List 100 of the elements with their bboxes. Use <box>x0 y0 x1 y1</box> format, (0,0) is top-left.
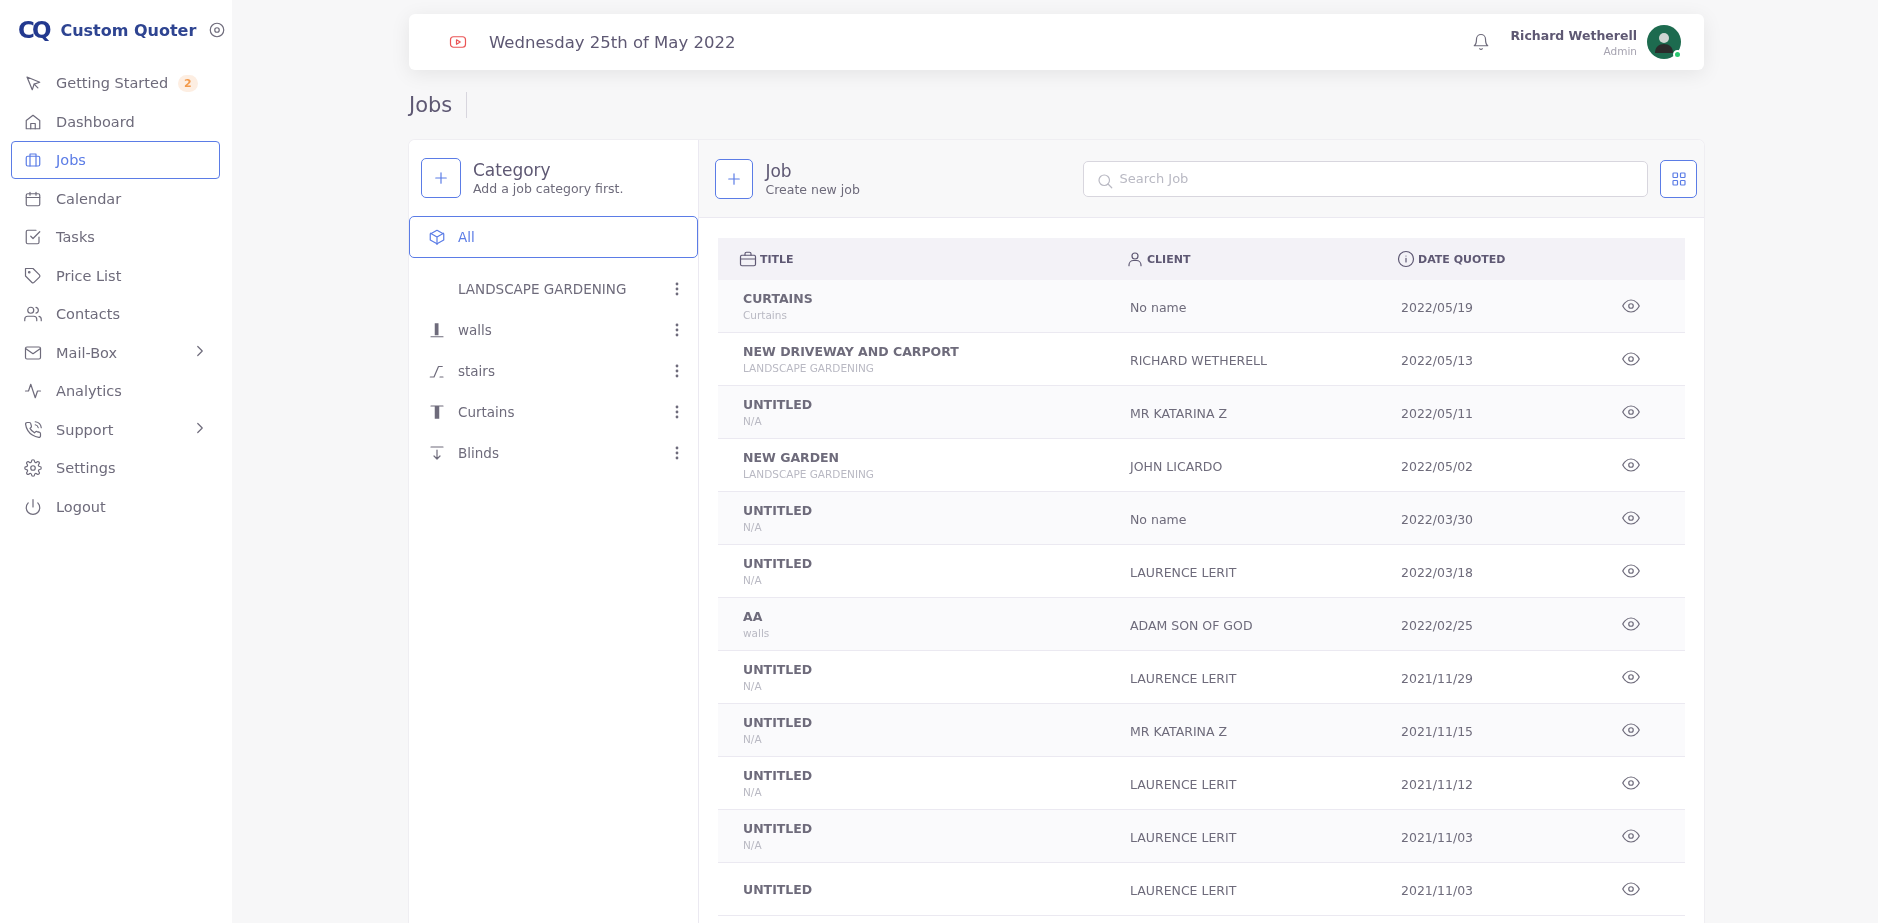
nav-item[interactable]: Calendar <box>11 179 220 218</box>
job-category-text: N/A <box>743 415 763 427</box>
job-title: Job <box>765 160 793 181</box>
briefcase-icon <box>739 250 757 268</box>
video-play-icon[interactable] <box>449 33 467 51</box>
date-cell: 2021/11/15 <box>1401 723 1474 739</box>
category-item[interactable]: stairs <box>409 350 698 391</box>
job-title-cell-text: UNTITLED <box>743 768 814 783</box>
date-cell: 2021/11/03 <box>1401 829 1474 845</box>
category-item[interactable]: Blinds <box>409 432 698 473</box>
nav-item[interactable]: Getting Started 2 <box>11 64 220 102</box>
category-title: Category <box>473 160 552 180</box>
more-options-icon[interactable] <box>675 363 679 378</box>
category-item[interactable]: LANDSCAPE GARDENING <box>409 268 698 309</box>
category-item[interactable]: Curtains <box>409 391 698 432</box>
nav-item[interactable]: Jobs <box>11 141 220 179</box>
client-cell: LAURENCE LERIT <box>1130 882 1237 898</box>
grid-icon <box>1669 169 1688 188</box>
nav-item[interactable]: Dashboard <box>11 102 220 141</box>
date-cell: 2022/05/02 <box>1401 458 1474 474</box>
search-field[interactable]: Search Job <box>1082 160 1649 197</box>
add-category-button[interactable] <box>421 158 461 198</box>
users-icon <box>24 305 42 323</box>
target-icon[interactable] <box>208 21 227 39</box>
category-hint: Add a job category first. <box>473 181 624 196</box>
view-icon[interactable] <box>1622 297 1640 315</box>
gear-icon <box>24 459 42 477</box>
tag-icon <box>24 266 42 285</box>
date-cell: 2022/05/13 <box>1401 352 1474 368</box>
date-cell: 2022/03/30 <box>1401 511 1474 527</box>
notification-bell-icon[interactable] <box>1472 33 1491 51</box>
activity-icon <box>24 382 42 400</box>
nav-item[interactable]: Mail-Box <box>11 333 220 372</box>
job-category-text: N/A <box>743 574 763 586</box>
column-header[interactable]: TITLE <box>760 252 794 266</box>
job-category-text: LANDSCAPE GARDENING <box>743 362 875 374</box>
user-role: Admin <box>1602 44 1637 57</box>
view-icon[interactable] <box>1622 456 1640 474</box>
briefcase-icon <box>24 151 42 169</box>
view-icon[interactable] <box>1622 615 1640 633</box>
job-title-cell-text: UNTITLED <box>743 821 814 836</box>
home-icon <box>24 112 42 131</box>
view-icon[interactable] <box>1622 403 1640 421</box>
avatar[interactable] <box>1647 25 1681 59</box>
nav-item[interactable]: Settings <box>11 449 220 487</box>
curtain-icon <box>428 402 446 421</box>
view-icon[interactable] <box>1622 350 1640 368</box>
nav-item[interactable]: Contacts <box>11 295 220 333</box>
nav-item[interactable]: Analytics <box>11 372 220 410</box>
view-icon[interactable] <box>1622 827 1640 845</box>
category-item[interactable]: walls <box>409 309 698 350</box>
column-header[interactable]: CLIENT <box>1147 252 1191 266</box>
job-title-cell-text: NEW GARDEN <box>743 450 841 465</box>
client-cell: No name <box>1130 299 1187 315</box>
job-category-text: N/A <box>743 733 763 745</box>
current-date: Wednesday 25th of May 2022 <box>489 32 737 52</box>
nav-item[interactable]: Logout <box>11 487 220 526</box>
info-icon <box>1397 250 1415 268</box>
job-title-cell-text: UNTITLED <box>743 556 814 571</box>
nav-item[interactable]: Support <box>11 410 220 449</box>
job-title-cell-text: NEW DRIVEWAY AND CARPORT <box>743 344 960 359</box>
view-icon[interactable] <box>1622 880 1640 898</box>
cube-icon <box>428 228 446 246</box>
app-name: Custom Quoter <box>60 20 197 40</box>
cursor-icon <box>24 74 42 92</box>
more-options-icon[interactable] <box>675 322 679 337</box>
person-silhouette-icon <box>1654 31 1674 53</box>
date-cell: 2022/03/18 <box>1401 564 1474 580</box>
nav-item[interactable]: Price List <box>11 256 220 295</box>
job-category-text: Curtains <box>743 309 788 321</box>
client-cell: JOHN LICARDO <box>1130 458 1223 474</box>
category-item[interactable]: All <box>409 216 698 258</box>
client-cell: LAURENCE LERIT <box>1130 829 1237 845</box>
job-category-text: N/A <box>743 521 763 533</box>
client-cell: ADAM SON OF GOD <box>1130 617 1253 633</box>
date-cell: 2021/11/29 <box>1401 670 1474 686</box>
date-cell: 2022/05/11 <box>1401 405 1474 421</box>
power-icon <box>24 497 42 516</box>
view-icon[interactable] <box>1622 509 1640 527</box>
job-title-cell-text: UNTITLED <box>743 881 814 897</box>
add-job-button[interactable] <box>715 158 754 199</box>
view-icon[interactable] <box>1622 721 1640 739</box>
more-options-icon[interactable] <box>675 445 679 460</box>
job-category-text: N/A <box>743 839 763 851</box>
nav-item[interactable]: Tasks <box>11 218 220 256</box>
grid-view-button[interactable] <box>1660 159 1697 198</box>
view-icon[interactable] <box>1622 774 1640 792</box>
client-cell: LAURENCE LERIT <box>1130 564 1237 580</box>
checkbox-icon <box>24 228 42 246</box>
date-cell: 2021/11/12 <box>1401 776 1474 792</box>
wall-icon <box>428 320 446 339</box>
search-icon <box>1095 171 1114 190</box>
view-icon[interactable] <box>1622 668 1640 686</box>
job-category-text: N/A <box>743 680 763 692</box>
job-title-cell-text: UNTITLED <box>743 715 814 730</box>
column-header[interactable]: DATE QUOTED <box>1418 252 1506 266</box>
more-options-icon[interactable] <box>675 281 679 296</box>
view-icon[interactable] <box>1622 562 1640 580</box>
date-cell: 2021/11/03 <box>1401 882 1474 898</box>
more-options-icon[interactable] <box>675 404 679 419</box>
